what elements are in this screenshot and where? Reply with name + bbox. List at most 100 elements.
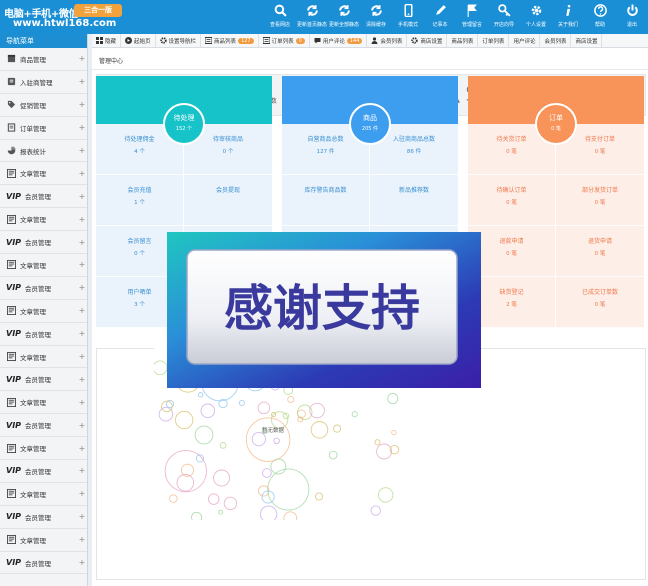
sidebar-item-9[interactable]: 文章管理 + [0,254,87,277]
panel-cell[interactable]: 退货申请 0 笔 [556,226,644,277]
nav-flag-6[interactable]: 管理留言 [456,0,488,34]
nav-help-10[interactable]: 帮助 [584,0,616,34]
sidebar-item-10[interactable]: VIP 会员管理 + [0,277,87,300]
sidebar-item-4[interactable]: 报表统计 + [0,140,87,163]
expand-icon[interactable]: + [77,512,87,521]
expand-icon[interactable]: + [77,283,87,292]
panel-cell[interactable]: 会员提现 [184,175,272,226]
expand-icon[interactable]: + [77,352,87,361]
vip-icon: VIP [6,374,22,384]
cell-value: 0 笔 [506,251,517,257]
panel-cell[interactable]: 会员充值 1 个 [96,175,184,226]
tab-count-badge: 127 [238,37,254,44]
expand-icon[interactable]: + [77,238,87,247]
tab-6[interactable]: 会员列表 [367,34,408,47]
sidebar-item-21[interactable]: 文章管理 + [0,529,87,552]
nav-pen-5[interactable]: 记事本 [424,0,456,34]
sidebar: 导航菜单 商品管理 + 入驻商管理 + 促销管理 + 订单管理 + 报表统计 + 文章管理 + VIP 会… [0,34,88,586]
tab-1[interactable]: 起始页 [121,34,156,47]
sidebar-item-6[interactable]: VIP 会员管理 + [0,185,87,209]
sidebar-item-2[interactable]: 促销管理 + [0,94,87,117]
gear-icon [531,5,541,16]
nav-refresh-1[interactable]: 更新首页静态 [296,0,328,34]
nav-refresh-2[interactable]: 更新全部静态 [328,0,360,34]
tab-0[interactable]: 隐藏 [92,34,122,47]
expand-icon[interactable]: + [77,306,87,315]
panel-cell[interactable]: 已成交订单数 0 笔 [556,277,644,328]
sidebar-item-16[interactable]: VIP 会员管理 + [0,414,87,438]
expand-icon[interactable]: + [77,466,87,475]
expand-icon[interactable]: + [77,146,87,155]
panel-cell[interactable]: 退款申请 0 笔 [468,226,556,277]
vip-icon: VIP [6,558,22,568]
panel-summary-circle[interactable]: 商品 205 件 [349,103,391,145]
panel-cell[interactable]: 库存警告商品数 [282,175,370,226]
sidebar-item-13[interactable]: 文章管理 + [0,346,87,369]
tab-3[interactable]: 商品列表 127 [201,34,259,47]
sidebar-item-1[interactable]: 入驻商管理 + [0,71,87,94]
expand-icon[interactable]: + [77,260,87,269]
panel-title: 商品 [363,114,377,122]
nav-refresh-3[interactable]: 清除缓存 [360,0,392,34]
tab-8[interactable]: 商品列表 [447,34,479,47]
nav-power-11[interactable]: 退出 [616,0,648,34]
panel-cell[interactable]: 部分发货订单 0 笔 [556,175,644,226]
sidebar-item-label: 会员管理 [25,467,52,476]
sidebar-item-18[interactable]: VIP 会员管理 + [0,460,87,483]
nav-search-0[interactable]: 查看网店 [264,0,296,34]
expand-icon[interactable]: + [77,100,87,109]
expand-icon[interactable]: + [77,215,87,224]
tab-11[interactable]: 会员列表 [540,34,572,47]
sidebar-item-8[interactable]: VIP 会员管理 + [0,231,87,255]
expand-icon[interactable]: + [77,421,87,430]
nav-phone-4[interactable]: 手机模式 [392,0,424,34]
tab-5[interactable]: 用户评论 144 [310,34,368,47]
expand-icon[interactable]: + [77,329,87,338]
panel-cell[interactable]: 待确认订单 0 笔 [468,175,556,226]
sidebar-item-12[interactable]: VIP 会员管理 + [0,323,87,346]
tab-label: 会员列表 [544,38,567,45]
expand-icon[interactable]: + [77,77,87,86]
expand-icon[interactable]: + [77,123,87,132]
sidebar-item-17[interactable]: 文章管理 + [0,437,87,461]
expand-icon[interactable]: + [77,398,87,407]
expand-icon[interactable]: + [77,375,87,384]
panel-total: 205 件 [361,126,379,132]
tab-7[interactable]: 商店设置 [407,34,448,47]
thanks-text: 感谢支持 [224,280,420,337]
expand-icon[interactable]: + [77,169,87,178]
expand-icon[interactable]: + [77,192,87,201]
sidebar-item-19[interactable]: 文章管理 + [0,483,87,506]
panel-summary-circle[interactable]: 订单 0 笔 [535,103,577,145]
sidebar-item-11[interactable]: 文章管理 + [0,300,87,323]
site-url: www.htwl168.com [13,18,117,29]
sidebar-item-5[interactable]: 文章管理 + [0,162,87,186]
sidebar-item-7[interactable]: 文章管理 + [0,208,87,232]
panel-summary-circle[interactable]: 待处理 152 个 [163,103,205,145]
thanks-overlay: 感谢支持 [167,232,481,388]
panel-cell[interactable]: 新品推荐数 [370,175,458,226]
sidebar-item-0[interactable]: 商品管理 + [0,48,87,71]
tab-12[interactable]: 商店设置 [571,34,603,47]
expand-icon[interactable]: + [77,558,87,567]
tab-4[interactable]: 订单列表 0 [259,34,310,47]
expand-icon[interactable]: + [77,489,87,498]
nav-info-9[interactable]: 关于我们 [552,0,584,34]
sidebar-item-22[interactable]: VIP 会员管理 + [0,552,87,575]
expand-icon[interactable]: + [77,444,87,453]
expand-icon[interactable]: + [77,54,87,63]
nav-gear-8[interactable]: 个人设置 [520,0,552,34]
panel-cell[interactable]: 缺货登记 2 笔 [468,277,556,328]
nav-key-7[interactable]: 开店向导 [488,0,520,34]
sidebar-title: 导航菜单 [0,34,87,48]
tab-10[interactable]: 用户评论 [509,34,541,47]
sidebar-item-20[interactable]: VIP 会员管理 + [0,506,87,529]
sidebar-item-15[interactable]: 文章管理 + [0,391,87,415]
tab-2[interactable]: 设置导航栏 [156,34,202,47]
tab-9[interactable]: 订单列表 [478,34,510,47]
sidebar-item-3[interactable]: 订单管理 + [0,117,87,140]
sidebar-item-14[interactable]: VIP 会员管理 + [0,368,87,392]
expand-icon[interactable]: + [77,535,87,544]
search-icon [274,4,287,17]
article-icon [6,306,16,316]
